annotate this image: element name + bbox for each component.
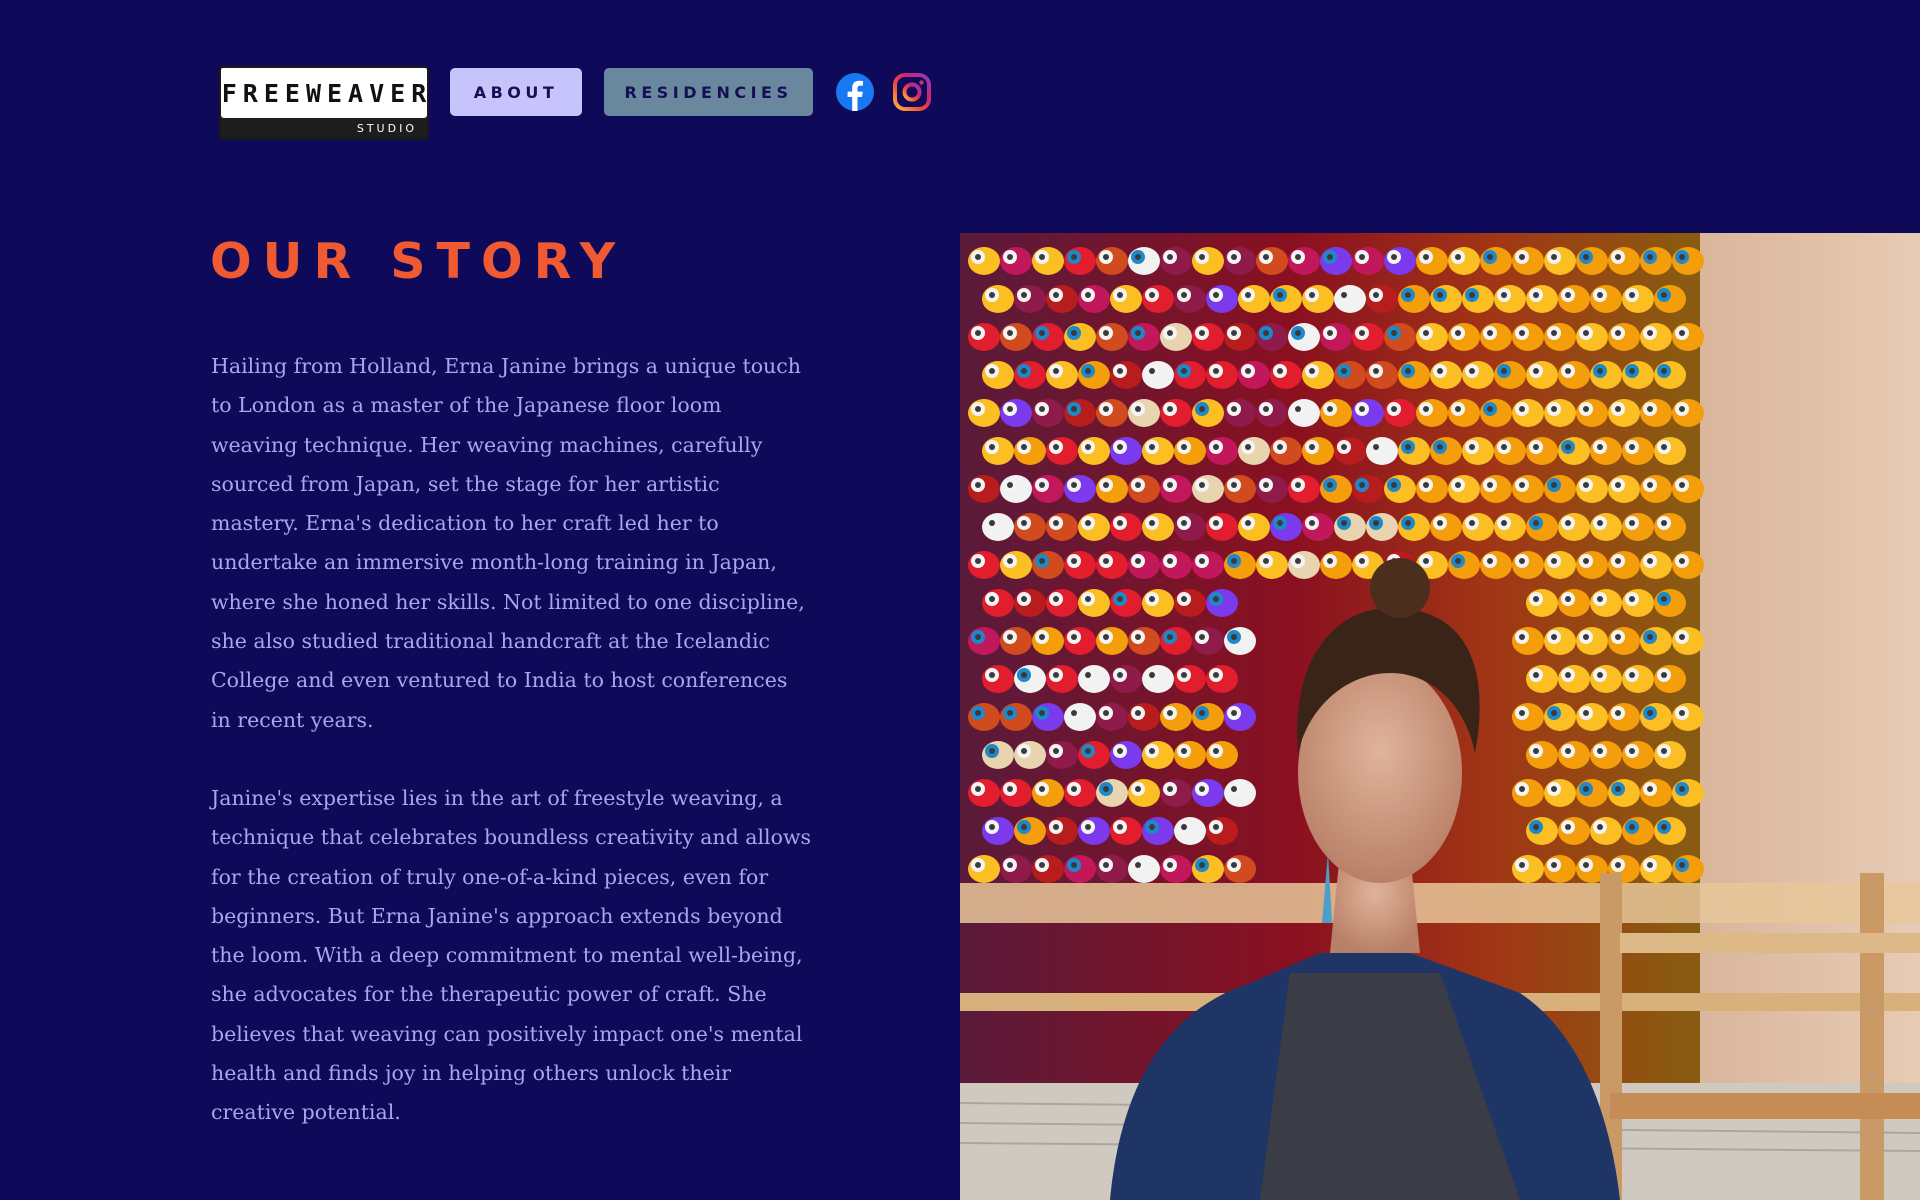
weaver-photo	[960, 233, 1920, 1200]
nav-residencies-button[interactable]: RESIDENCIES	[604, 68, 813, 116]
logo-main-text: FREEWEAVER	[221, 68, 427, 118]
story-paragraph-2: Janine's expertise lies in the art of fr…	[211, 786, 812, 1125]
facebook-icon[interactable]	[835, 72, 875, 112]
nav-about-button[interactable]: ABOUT	[450, 68, 582, 116]
logo-sub-text: STUDIO	[356, 122, 417, 135]
studio-logo[interactable]: FREEWEAVER STUDIO	[219, 66, 429, 140]
instagram-icon[interactable]	[892, 72, 932, 112]
story-paragraph-1: Hailing from Holland, Erna Janine brings…	[211, 354, 805, 732]
page-title: OUR STORY	[210, 233, 627, 290]
